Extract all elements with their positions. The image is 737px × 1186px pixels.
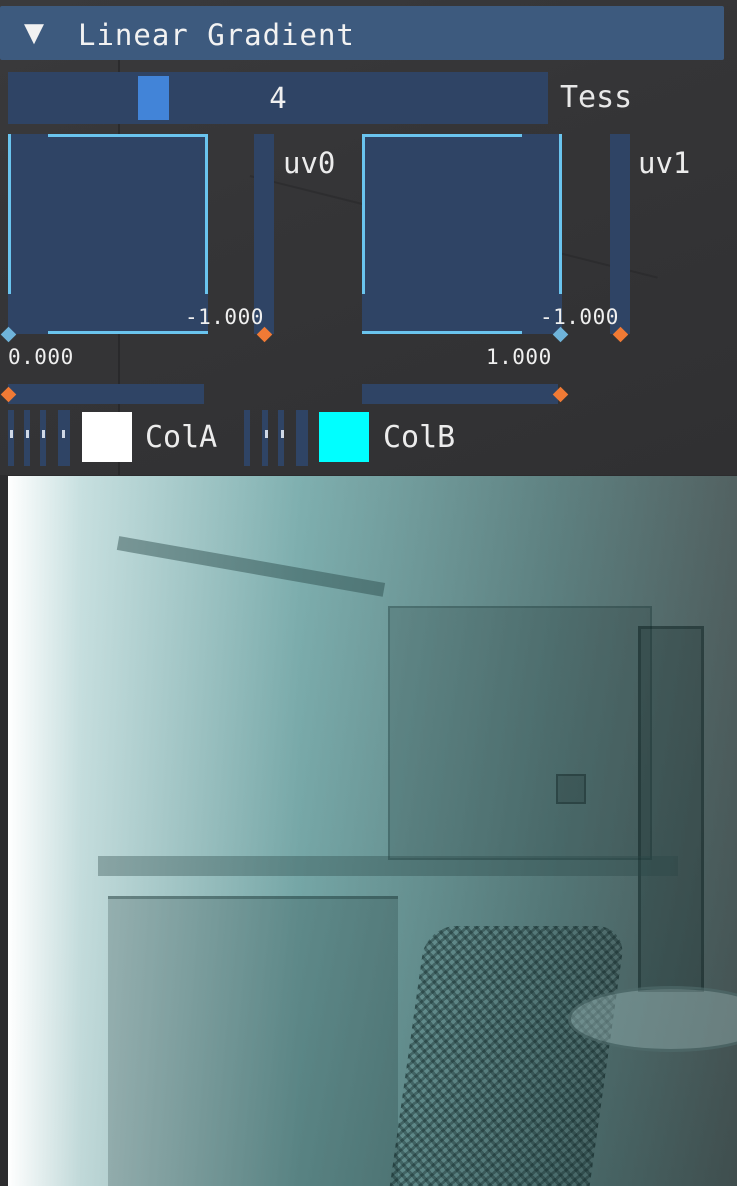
uv0-pad-right-line (205, 134, 208, 294)
colA-drag-b[interactable] (40, 410, 46, 466)
colB-label: ColB (383, 420, 456, 455)
uv1-min-value: -1.000 (540, 305, 619, 329)
colA-drag-r[interactable] (8, 410, 14, 466)
uv1-pad-right-line (559, 134, 562, 294)
uv0-pad[interactable] (8, 134, 208, 334)
colB-drag-g[interactable] (262, 410, 268, 466)
triangle-down-icon: ▼ (24, 18, 44, 48)
drag-dash (26, 430, 29, 438)
background-counter (98, 856, 678, 876)
drag-dash (42, 430, 45, 438)
colB-drag-b[interactable] (278, 410, 284, 466)
colA-drag-a[interactable] (58, 410, 70, 466)
header-title: Linear Gradient (78, 18, 355, 52)
drag-dash (265, 430, 268, 438)
background-bookcase (638, 626, 704, 992)
collapsing-header-linear-gradient[interactable]: ▼ Linear Gradient (0, 6, 724, 60)
uv1-x-slider[interactable] (362, 384, 558, 404)
drag-dash (281, 430, 284, 438)
background-chair (389, 926, 627, 1186)
colA-label: ColA (145, 420, 218, 455)
background-outlet (556, 774, 586, 804)
colB-swatch[interactable] (319, 412, 369, 462)
gradient-preview (8, 476, 737, 1186)
uv0-pad-top-line (48, 134, 208, 137)
colB-drag-a[interactable] (296, 410, 308, 466)
drag-dash (62, 430, 65, 438)
tess-label: Tess (560, 80, 633, 115)
uv1-x-value: 1.000 (486, 345, 552, 369)
uv0-pad-bottom-line (48, 331, 208, 334)
uv0-label: uv0 (283, 146, 336, 180)
uv1-label: uv1 (638, 146, 691, 180)
uv0-y-slider[interactable] (254, 134, 274, 334)
uv0-x-value: 0.000 (8, 345, 74, 369)
uv0-min-value: -1.000 (185, 305, 264, 329)
uv1-y-slider[interactable] (610, 134, 630, 334)
background-shelf (116, 536, 386, 597)
uv0-pad-left-line (8, 134, 11, 294)
uv1-pad[interactable] (362, 134, 562, 334)
colA-drag-g[interactable] (24, 410, 30, 466)
uv1-pad-top-line (362, 134, 522, 137)
background-oven (108, 896, 398, 1186)
uv1-pad-bottom-line (362, 331, 522, 334)
drag-dash (10, 430, 13, 438)
colB-drag-r[interactable] (244, 410, 250, 466)
uv0-x-slider[interactable] (8, 384, 204, 404)
tess-slider[interactable]: 4 (8, 72, 548, 124)
background-cabinet (388, 606, 652, 860)
tess-slider-value: 4 (269, 81, 287, 115)
colA-swatch[interactable] (82, 412, 132, 462)
uv1-pad-left-line (362, 134, 365, 294)
